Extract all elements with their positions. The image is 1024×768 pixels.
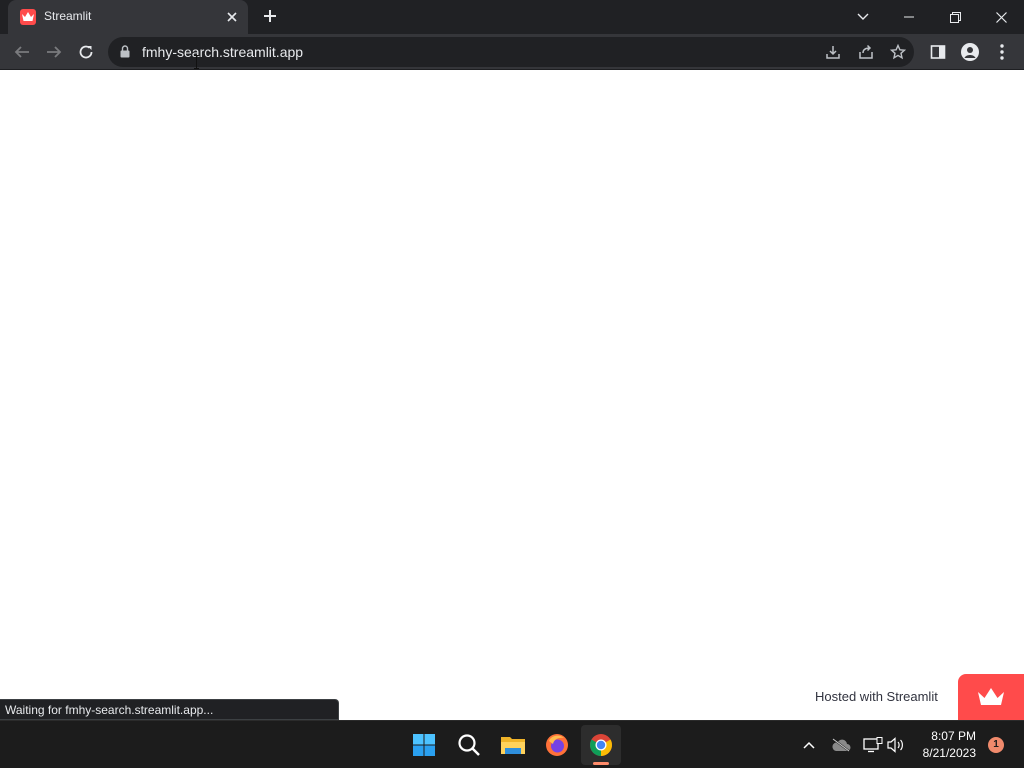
new-tab-button[interactable] xyxy=(258,5,282,29)
lock-icon[interactable] xyxy=(120,45,130,63)
browser-tab[interactable]: Streamlit xyxy=(8,0,248,34)
onedrive-cloud-icon[interactable] xyxy=(829,733,853,757)
status-text: Waiting for fmhy-search.streamlit.app... xyxy=(5,703,214,717)
browser-toolbar: fmhy-search.streamlit.app xyxy=(0,34,1024,70)
install-app-icon[interactable] xyxy=(820,40,846,64)
tab-title: Streamlit xyxy=(44,9,92,23)
back-arrow-icon[interactable] xyxy=(8,38,36,66)
streamlit-crown-icon[interactable] xyxy=(958,674,1024,720)
browser-titlebar: Streamlit xyxy=(0,0,1024,34)
side-panel-icon[interactable] xyxy=(924,38,952,66)
hosted-with-streamlit-label[interactable]: Hosted with Streamlit xyxy=(815,689,938,704)
show-hidden-icons-chevron-icon[interactable] xyxy=(797,733,821,757)
forward-arrow-icon[interactable] xyxy=(40,38,68,66)
close-window-button[interactable] xyxy=(978,0,1024,34)
text-cursor-icon xyxy=(194,55,199,69)
status-bubble: Waiting for fmhy-search.streamlit.app... xyxy=(0,699,339,720)
chrome-icon[interactable] xyxy=(581,725,621,765)
page-viewport xyxy=(0,71,1024,720)
restore-button[interactable] xyxy=(932,0,978,34)
clock-time[interactable]: 8:07 PM xyxy=(908,729,976,743)
tab-search-chevron-icon[interactable] xyxy=(840,0,886,34)
share-icon[interactable] xyxy=(853,40,879,64)
search-icon[interactable] xyxy=(449,725,489,765)
url-text[interactable]: fmhy-search.streamlit.app xyxy=(142,44,303,60)
minimize-button[interactable] xyxy=(886,0,932,34)
bookmark-star-icon[interactable] xyxy=(885,40,911,64)
network-icon[interactable] xyxy=(861,733,885,757)
start-icon[interactable] xyxy=(404,725,444,765)
profile-avatar-icon[interactable] xyxy=(956,38,984,66)
streamlit-favicon-icon xyxy=(20,9,36,25)
file-explorer-icon[interactable] xyxy=(493,725,533,765)
reload-icon[interactable] xyxy=(72,38,100,66)
clock-date[interactable]: 8/21/2023 xyxy=(908,746,976,760)
volume-icon[interactable] xyxy=(884,733,908,757)
kebab-menu-icon[interactable] xyxy=(988,38,1016,66)
firefox-icon[interactable] xyxy=(537,725,577,765)
windows-taskbar: 8:07 PM 8/21/2023 1 xyxy=(0,720,1024,768)
chrome-running-indicator xyxy=(593,762,609,765)
tab-close-icon[interactable] xyxy=(222,7,242,27)
notification-count-badge[interactable]: 1 xyxy=(988,737,1004,753)
address-bar[interactable]: fmhy-search.streamlit.app xyxy=(108,37,914,67)
